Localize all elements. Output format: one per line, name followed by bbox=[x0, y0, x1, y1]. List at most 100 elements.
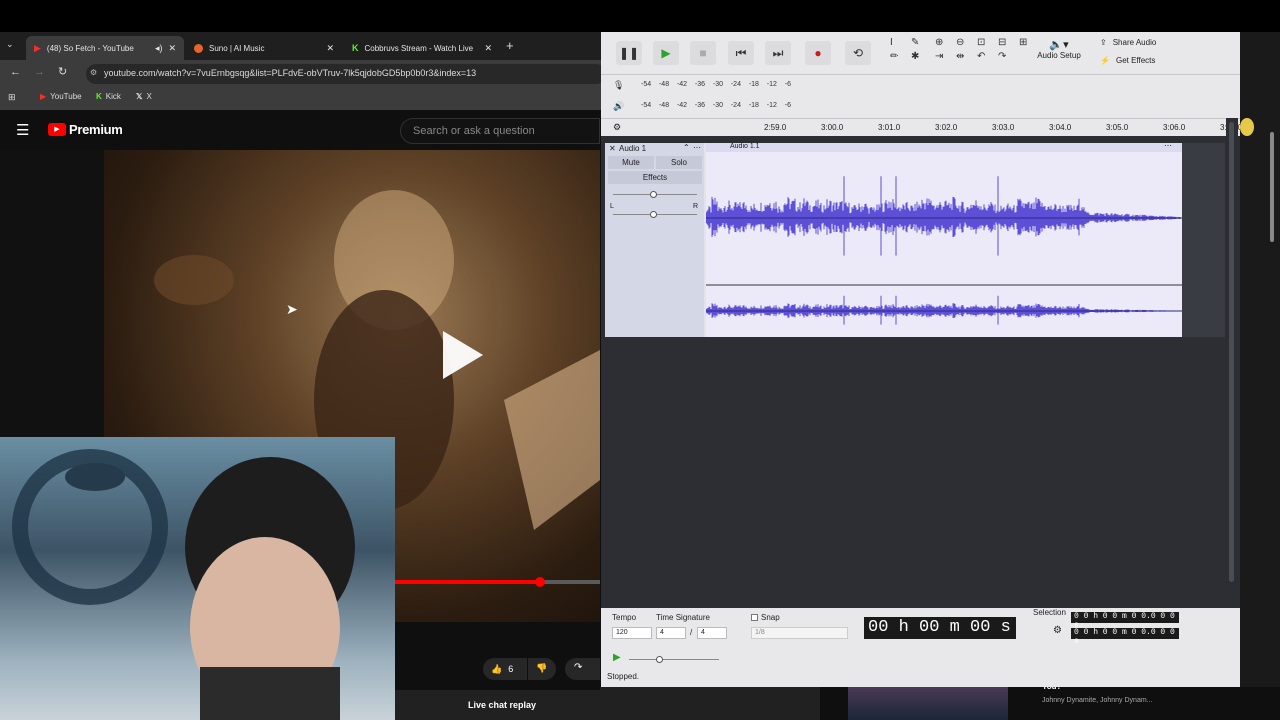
track-close-icon[interactable]: ✕ bbox=[609, 144, 616, 153]
effects-button[interactable]: Effects bbox=[608, 171, 702, 184]
vertical-scrollbar[interactable] bbox=[1226, 118, 1238, 600]
playback-meter[interactable]: -54 -48 -42 -36 -30 -24 -18 -12 -6 bbox=[641, 102, 791, 109]
bookmark-kick[interactable]: K Kick bbox=[96, 92, 121, 101]
like-button[interactable]: 👍 6 bbox=[483, 658, 527, 680]
redo-icon[interactable]: ↷ bbox=[998, 51, 1016, 62]
new-tab-icon[interactable]: + bbox=[506, 38, 514, 53]
mute-button[interactable]: Mute bbox=[608, 156, 654, 169]
meter-toolbar: 🎙 🔊 -54 -48 -42 -36 -30 -24 -18 -12 -6 -54 -48 -42… bbox=[601, 74, 1240, 118]
time-signature-numerator[interactable]: 4 bbox=[656, 627, 686, 639]
pause-button[interactable]: ❚❚ bbox=[616, 41, 642, 65]
skip-end-button[interactable]: ⏭ bbox=[765, 41, 791, 65]
pan-slider-thumb[interactable] bbox=[650, 211, 657, 218]
solo-button[interactable]: Solo bbox=[656, 156, 702, 169]
youtube-search-input[interactable]: Search or ask a question bbox=[400, 118, 600, 144]
draw-tool-icon[interactable]: ✏ bbox=[890, 51, 908, 62]
selection-start-field[interactable]: 0 0 h 0 0 m 0 0.0 0 0 s bbox=[1071, 612, 1179, 630]
play-at-speed-icon[interactable]: ▶ bbox=[613, 652, 621, 663]
select-tool-icon[interactable]: I bbox=[890, 37, 908, 48]
forward-icon[interactable]: → bbox=[34, 66, 45, 78]
meter-tick-label: -54 bbox=[641, 81, 652, 88]
record-meter[interactable]: -54 -48 -42 -36 -30 -24 -18 -12 -6 bbox=[641, 81, 791, 88]
track-menu-icon[interactable]: ⋯ bbox=[693, 143, 701, 152]
thumbs-down-icon: 👎 bbox=[536, 663, 548, 673]
tempo-input[interactable]: 120 bbox=[612, 627, 652, 639]
zoom-out-icon[interactable]: ⊖ bbox=[956, 37, 974, 48]
share-audio-button[interactable]: ⇪ Share Audio bbox=[1100, 38, 1156, 47]
zoom-toggle-icon[interactable]: ⊞ bbox=[1019, 37, 1037, 48]
youtube-favicon-icon: ▶ bbox=[34, 42, 41, 53]
selection-settings-icon[interactable]: ⚙ bbox=[1053, 625, 1062, 636]
loop-icon: ⟲ bbox=[852, 46, 864, 60]
back-icon[interactable]: ← bbox=[10, 66, 21, 78]
speaker-meter-icon[interactable]: 🔊 bbox=[613, 101, 624, 112]
microphone-icon[interactable]: 🎙 bbox=[613, 80, 624, 91]
upload-icon: ⇪ bbox=[1100, 38, 1107, 47]
timeline-settings-icon[interactable]: ⚙ bbox=[613, 122, 621, 133]
live-chat-title[interactable]: Live chat replay bbox=[468, 700, 536, 710]
play-button[interactable]: ▶ bbox=[653, 41, 679, 65]
fit-selection-icon[interactable]: ⊡ bbox=[977, 37, 995, 48]
record-button[interactable]: ● bbox=[805, 41, 831, 65]
trim-icon[interactable]: ⇥ bbox=[935, 51, 953, 62]
meter-tick-label: -54 bbox=[641, 102, 652, 109]
video-scrubber[interactable] bbox=[535, 577, 545, 587]
close-tab-icon[interactable]: ✕ bbox=[484, 43, 492, 54]
playback-speed-slider[interactable] bbox=[629, 659, 719, 660]
undo-icon[interactable]: ↶ bbox=[977, 51, 995, 62]
bookmark-x[interactable]: 𝕏 X bbox=[136, 92, 152, 101]
playback-speed-thumb[interactable] bbox=[656, 656, 663, 663]
envelope-tool-icon[interactable]: ✎ bbox=[911, 37, 929, 48]
snap-checkbox[interactable] bbox=[751, 614, 758, 621]
scrollbar-thumb[interactable] bbox=[1229, 122, 1234, 582]
tab-kick[interactable]: K Cobbruvs Stream - Watch Live ✕ bbox=[344, 36, 500, 60]
time-display[interactable]: 00 h 00 m 00 s bbox=[864, 617, 1016, 639]
screen: ⌄ ▶ (48) So Fetch - YouTube ◂) ✕ Suno | … bbox=[0, 0, 1280, 720]
youtube-logo[interactable]: ▶ Premium bbox=[48, 122, 123, 137]
snap-select[interactable]: 1/8 bbox=[751, 627, 848, 639]
get-effects-button[interactable]: ⚡ Get Effects bbox=[1100, 56, 1155, 65]
meter-tick-label: -30 bbox=[712, 102, 723, 109]
skip-start-icon: ⏮ bbox=[735, 45, 747, 60]
audio-clip[interactable]: Audio 1.1 ⋯ bbox=[706, 141, 1182, 337]
hamburger-menu-icon[interactable]: ☰ bbox=[16, 121, 29, 139]
extension-avatar-icon[interactable] bbox=[1240, 118, 1254, 136]
zoom-in-icon[interactable]: ⊕ bbox=[935, 37, 953, 48]
page-scrollbar[interactable] bbox=[1270, 132, 1274, 242]
url-input[interactable]: ⚙ youtube.com/watch?v=7vuErnbgsqg&list=P… bbox=[86, 64, 606, 84]
tab-suno[interactable]: Suno | AI Music ✕ bbox=[186, 36, 342, 60]
timeline-ruler[interactable]: ⚙ 2:59.0 3:00.0 3:01.0 3:02.0 3:03.0 3:04.0 3:… bbox=[601, 118, 1242, 136]
kick-favicon-icon: K bbox=[96, 92, 102, 101]
tab-youtube[interactable]: ▶ (48) So Fetch - YouTube ◂) ✕ bbox=[26, 36, 184, 60]
dislike-button[interactable]: 👎 bbox=[528, 658, 556, 680]
mouse-cursor-icon: ➤ bbox=[286, 301, 298, 317]
meter-tick-label: -6 bbox=[784, 102, 791, 109]
fit-project-icon[interactable]: ⊟ bbox=[998, 37, 1016, 48]
stop-button[interactable]: ■ bbox=[690, 41, 716, 65]
tab-search-icon[interactable]: ⌄ bbox=[6, 39, 20, 53]
skip-start-button[interactable]: ⏮ bbox=[728, 41, 754, 65]
close-tab-icon[interactable]: ✕ bbox=[326, 43, 334, 54]
recommendation-card[interactable]: You? Johnny Dynamite, Johnny Dynam... bbox=[820, 682, 1280, 720]
time-signature-denominator[interactable]: 4 bbox=[697, 627, 727, 639]
loop-button[interactable]: ⟲ bbox=[845, 41, 871, 65]
tab-title: (48) So Fetch - YouTube bbox=[46, 43, 134, 53]
share-button[interactable]: ↷ bbox=[565, 658, 600, 680]
gain-slider-thumb[interactable] bbox=[650, 191, 657, 198]
apps-grid-icon[interactable]: ⊞ bbox=[8, 92, 16, 103]
multi-tool-icon[interactable]: ✱ bbox=[911, 51, 929, 62]
video-progress-bar[interactable] bbox=[395, 577, 600, 587]
selection-end-field[interactable]: 0 0 h 0 0 m 0 0.0 0 0 s bbox=[1071, 628, 1179, 646]
video-play-icon[interactable] bbox=[435, 325, 487, 385]
audio-setup-button[interactable]: 🔈▾ Audio Setup bbox=[1037, 38, 1081, 60]
reload-icon[interactable]: ↻ bbox=[58, 65, 67, 78]
bookmark-youtube[interactable]: ▶ YouTube bbox=[40, 92, 82, 101]
track-name[interactable]: Audio 1 bbox=[619, 144, 646, 153]
snap-toggle[interactable]: Snap bbox=[751, 613, 780, 622]
silence-icon[interactable]: ⇹ bbox=[956, 51, 974, 62]
track-collapse-icon[interactable]: ⌃ bbox=[683, 143, 690, 152]
mute-label: Mute bbox=[622, 158, 640, 167]
site-info-icon[interactable]: ⚙ bbox=[90, 68, 97, 77]
close-tab-icon[interactable]: ✕ bbox=[168, 43, 176, 54]
recommendation-thumbnail[interactable] bbox=[848, 687, 1008, 720]
